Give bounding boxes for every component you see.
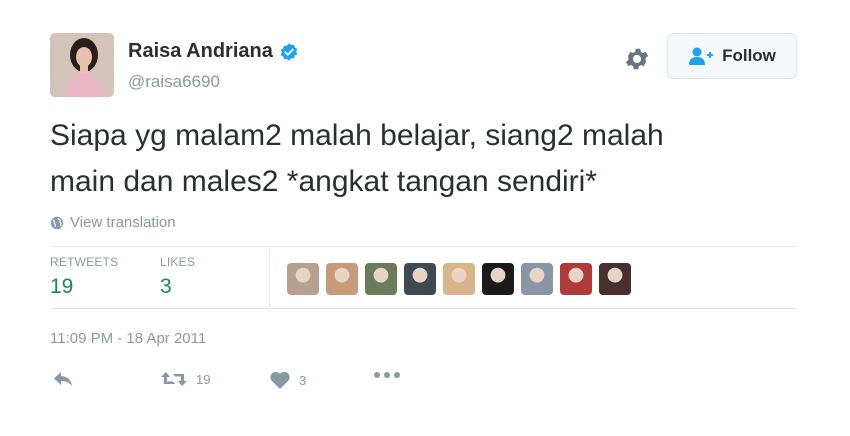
divider-bottom [50, 308, 798, 309]
liker-avatar-1[interactable] [287, 263, 319, 295]
liker-avatar-7[interactable] [521, 263, 553, 295]
liker-avatar-6[interactable] [482, 263, 514, 295]
retweets-stat[interactable]: RETWEETS 19 [50, 255, 118, 299]
display-name[interactable]: Raisa Andriana [128, 40, 273, 63]
liker-avatar-9[interactable] [599, 263, 631, 295]
likes-value: 3 [160, 275, 172, 298]
avatar-image [50, 33, 114, 97]
retweet-count: 19 [196, 371, 211, 387]
retweet-icon [161, 372, 187, 386]
stats-divider [269, 249, 270, 307]
likes-label: LIKES [160, 255, 196, 269]
tweet-text-line-2: main dan males2 *angkat tangan sendiri* [50, 165, 598, 198]
view-translation-label: View translation [70, 214, 176, 231]
verified-badge-icon [280, 42, 298, 61]
retweets-label: RETWEETS [50, 255, 119, 269]
reply-icon [54, 372, 72, 386]
tweet-text: Siapa yg malam2 malah belajar, siang2 ma… [50, 113, 810, 205]
retweet-button[interactable]: 19 [160, 370, 210, 388]
liker-avatar-3[interactable] [365, 263, 397, 295]
heart-icon [270, 371, 290, 389]
add-user-icon [689, 47, 714, 65]
likers-list [287, 263, 638, 295]
like-button[interactable]: 3 [269, 370, 306, 390]
view-translation-link[interactable]: View translation [50, 214, 176, 231]
liker-avatar-5[interactable] [443, 263, 475, 295]
user-avatar[interactable] [50, 33, 114, 97]
globe-icon [50, 216, 64, 229]
tweet-card: Raisa Andriana @raisa6690 Follow Siapa y… [0, 0, 850, 436]
user-handle[interactable]: @raisa6690 [128, 72, 220, 92]
likes-stat[interactable]: LIKES 3 [160, 255, 195, 299]
tweet-timestamp[interactable]: 11:09 PM - 18 Apr 2011 [50, 330, 206, 347]
reply-button[interactable] [52, 370, 74, 388]
tweet-text-line-1: Siapa yg malam2 malah belajar, siang2 ma… [50, 119, 664, 152]
more-button[interactable] [373, 370, 401, 380]
liker-avatar-4[interactable] [404, 263, 436, 295]
like-count: 3 [299, 372, 307, 388]
retweets-value: 19 [50, 275, 74, 298]
liker-avatar-2[interactable] [326, 263, 358, 295]
more-icon [374, 372, 400, 378]
gear-icon[interactable] [623, 45, 651, 73]
follow-button[interactable]: Follow [667, 33, 797, 79]
divider-top [50, 246, 798, 247]
name-row: Raisa Andriana [128, 40, 299, 63]
liker-avatar-8[interactable] [560, 263, 592, 295]
follow-button-label: Follow [722, 46, 776, 65]
